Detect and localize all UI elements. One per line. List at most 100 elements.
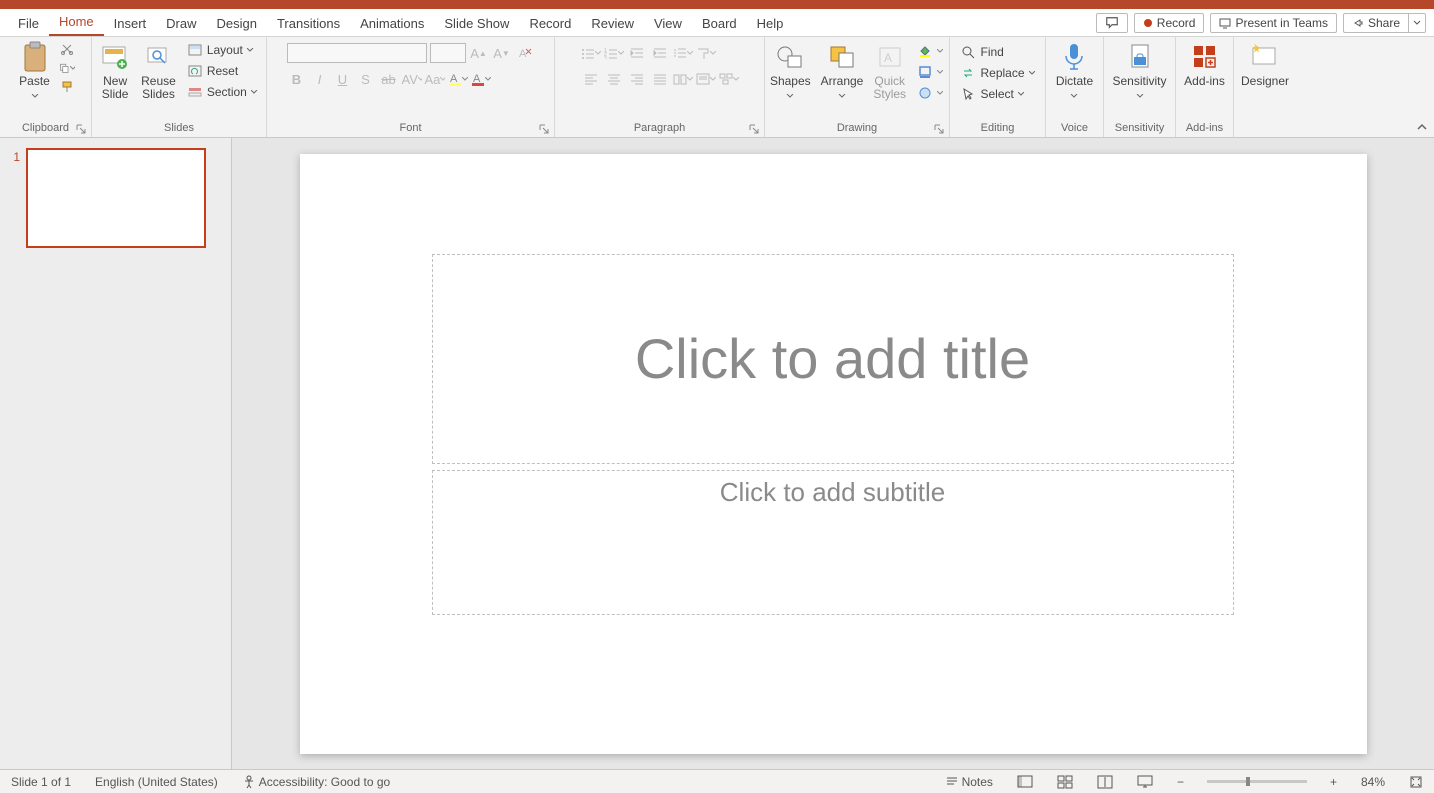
tab-help[interactable]: Help xyxy=(747,11,794,36)
slide-sorter-view-button[interactable] xyxy=(1052,775,1078,789)
decrease-font-button[interactable]: A▼ xyxy=(492,43,512,63)
tab-home[interactable]: Home xyxy=(49,9,104,36)
strikethrough-button[interactable]: ab xyxy=(379,69,399,89)
clipboard-dialog-launcher[interactable] xyxy=(76,124,86,134)
thumbnail-number: 1 xyxy=(8,148,20,248)
tab-review[interactable]: Review xyxy=(581,11,644,36)
notes-label: Notes xyxy=(962,775,993,789)
designer-button[interactable]: Designer xyxy=(1237,39,1293,90)
reading-view-button[interactable] xyxy=(1092,775,1118,789)
shape-effects-button[interactable] xyxy=(914,84,946,102)
normal-view-button[interactable] xyxy=(1012,775,1038,789)
accessibility-icon xyxy=(242,775,256,789)
record-button[interactable]: Record xyxy=(1134,13,1205,33)
zoom-slider-thumb[interactable] xyxy=(1246,777,1250,786)
bullets-button[interactable] xyxy=(581,43,601,63)
share-dropdown[interactable] xyxy=(1409,13,1426,33)
clear-formatting-button[interactable]: A xyxy=(515,43,535,63)
font-name-combo[interactable] xyxy=(287,43,427,63)
dictate-label: Dictate xyxy=(1056,75,1093,101)
share-button[interactable]: Share xyxy=(1343,13,1409,33)
addins-button[interactable]: Add-ins xyxy=(1180,39,1229,90)
zoom-slider[interactable] xyxy=(1207,780,1307,783)
status-bar: Slide 1 of 1 English (United States) Acc… xyxy=(0,769,1434,793)
underline-button[interactable]: U xyxy=(333,69,353,89)
present-in-teams-button[interactable]: Present in Teams xyxy=(1210,13,1337,33)
increase-indent-button[interactable] xyxy=(650,43,670,63)
layout-button[interactable]: Layout xyxy=(184,41,261,59)
reuse-slides-button[interactable]: Reuse Slides xyxy=(137,39,180,103)
font-color-button[interactable]: A xyxy=(471,69,491,89)
increase-font-button[interactable]: A▲ xyxy=(469,43,489,63)
zoom-level[interactable]: 84% xyxy=(1356,775,1390,789)
slide-count-status[interactable]: Slide 1 of 1 xyxy=(6,775,76,789)
reset-icon xyxy=(187,63,203,79)
quick-styles-button[interactable]: A Quick Styles xyxy=(869,39,910,103)
align-right-button[interactable] xyxy=(627,69,647,89)
paragraph-dialog-launcher[interactable] xyxy=(749,124,759,134)
copy-button[interactable] xyxy=(59,60,75,76)
new-slide-button[interactable]: New Slide xyxy=(95,39,135,103)
tab-insert[interactable]: Insert xyxy=(104,11,157,36)
tab-transitions[interactable]: Transitions xyxy=(267,11,350,36)
collapse-ribbon-button[interactable] xyxy=(1416,121,1428,133)
format-painter-button[interactable] xyxy=(59,79,75,95)
language-status[interactable]: English (United States) xyxy=(90,775,223,789)
shadow-button[interactable]: S xyxy=(356,69,376,89)
highlight-color-button[interactable]: A xyxy=(448,69,468,89)
align-center-button[interactable] xyxy=(604,69,624,89)
tab-slideshow[interactable]: Slide Show xyxy=(434,11,519,36)
comments-button[interactable] xyxy=(1096,13,1128,33)
subtitle-placeholder[interactable]: Click to add subtitle xyxy=(432,470,1234,615)
italic-button[interactable]: I xyxy=(310,69,330,89)
numbering-button[interactable]: 123 xyxy=(604,43,624,63)
zoom-out-button[interactable]: − xyxy=(1172,775,1189,789)
bold-button[interactable]: B xyxy=(287,69,307,89)
text-direction-button[interactable] xyxy=(696,43,716,63)
paste-button[interactable]: Paste xyxy=(15,39,55,103)
accessibility-status[interactable]: Accessibility: Good to go xyxy=(237,775,395,789)
tab-view[interactable]: View xyxy=(644,11,692,36)
smartart-button[interactable] xyxy=(719,69,739,89)
ribbon: Paste Clipboard New Slide Reuse Slides xyxy=(0,37,1434,138)
slide-thumbnail-1[interactable] xyxy=(26,148,206,248)
dictate-button[interactable]: Dictate xyxy=(1052,39,1097,103)
font-size-combo[interactable] xyxy=(430,43,466,63)
tab-draw[interactable]: Draw xyxy=(156,11,206,36)
tab-animations[interactable]: Animations xyxy=(350,11,434,36)
change-case-button[interactable]: Aa xyxy=(425,69,445,89)
cut-button[interactable] xyxy=(59,41,75,57)
sensitivity-button[interactable]: Sensitivity xyxy=(1108,39,1170,103)
columns-button[interactable] xyxy=(673,69,693,89)
shapes-button[interactable]: Shapes xyxy=(766,39,815,103)
notes-button[interactable]: Notes xyxy=(940,775,998,789)
drawing-dialog-launcher[interactable] xyxy=(934,124,944,134)
fit-to-window-button[interactable] xyxy=(1404,775,1428,789)
zoom-in-button[interactable]: + xyxy=(1325,775,1342,789)
svg-text:3: 3 xyxy=(604,56,607,59)
replace-button[interactable]: Replace xyxy=(957,64,1037,82)
tab-board[interactable]: Board xyxy=(692,11,747,36)
shape-fill-button[interactable] xyxy=(914,42,946,60)
sensitivity-group-label: Sensitivity xyxy=(1115,122,1165,134)
reset-button[interactable]: Reset xyxy=(184,62,261,80)
decrease-indent-button[interactable] xyxy=(627,43,647,63)
find-button[interactable]: Find xyxy=(957,43,1006,61)
paragraph-group-label: Paragraph xyxy=(634,122,685,134)
tab-design[interactable]: Design xyxy=(207,11,267,36)
line-spacing-button[interactable] xyxy=(673,43,693,63)
arrange-button[interactable]: Arrange xyxy=(817,39,868,103)
title-placeholder[interactable]: Click to add title xyxy=(432,254,1234,464)
align-text-button[interactable] xyxy=(696,69,716,89)
tab-record[interactable]: Record xyxy=(519,11,581,36)
slideshow-view-button[interactable] xyxy=(1132,775,1158,789)
align-left-button[interactable] xyxy=(581,69,601,89)
select-button[interactable]: Select xyxy=(957,85,1026,103)
shape-outline-button[interactable] xyxy=(914,63,946,81)
section-button[interactable]: Section xyxy=(184,83,261,101)
character-spacing-button[interactable]: AV xyxy=(402,69,422,89)
tab-file[interactable]: File xyxy=(8,11,49,36)
font-dialog-launcher[interactable] xyxy=(539,124,549,134)
justify-button[interactable] xyxy=(650,69,670,89)
slide-canvas-area[interactable]: Click to add title Click to add subtitle xyxy=(232,138,1434,769)
